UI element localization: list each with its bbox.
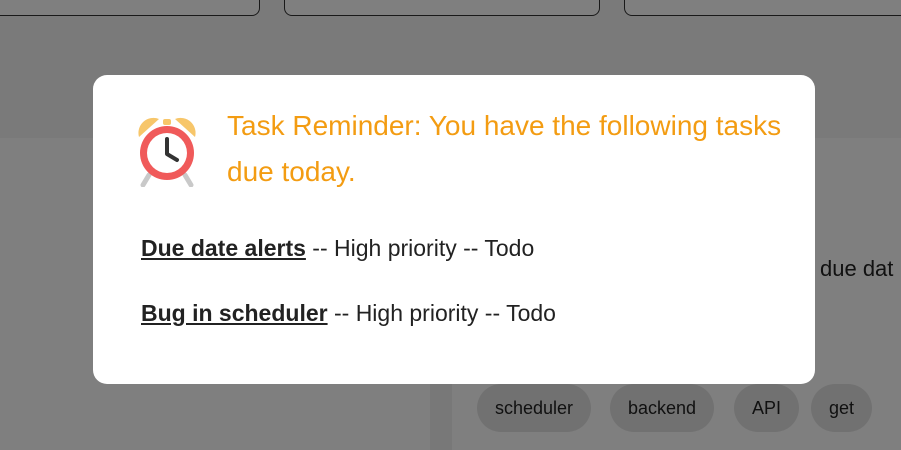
task-details: -- High priority -- Todo bbox=[327, 300, 556, 326]
task-item: Bug in scheduler -- High priority -- Tod… bbox=[141, 300, 556, 327]
task-reminder-modal: Task Reminder: You have the following ta… bbox=[93, 75, 815, 384]
task-link[interactable]: Bug in scheduler bbox=[141, 300, 328, 326]
task-link[interactable]: Due date alerts bbox=[141, 235, 306, 261]
task-item: Due date alerts -- High priority -- Todo bbox=[141, 235, 534, 262]
alarm-clock-icon bbox=[138, 117, 196, 187]
task-details: -- High priority -- Todo bbox=[305, 235, 535, 261]
modal-title: Task Reminder: You have the following ta… bbox=[227, 110, 782, 187]
